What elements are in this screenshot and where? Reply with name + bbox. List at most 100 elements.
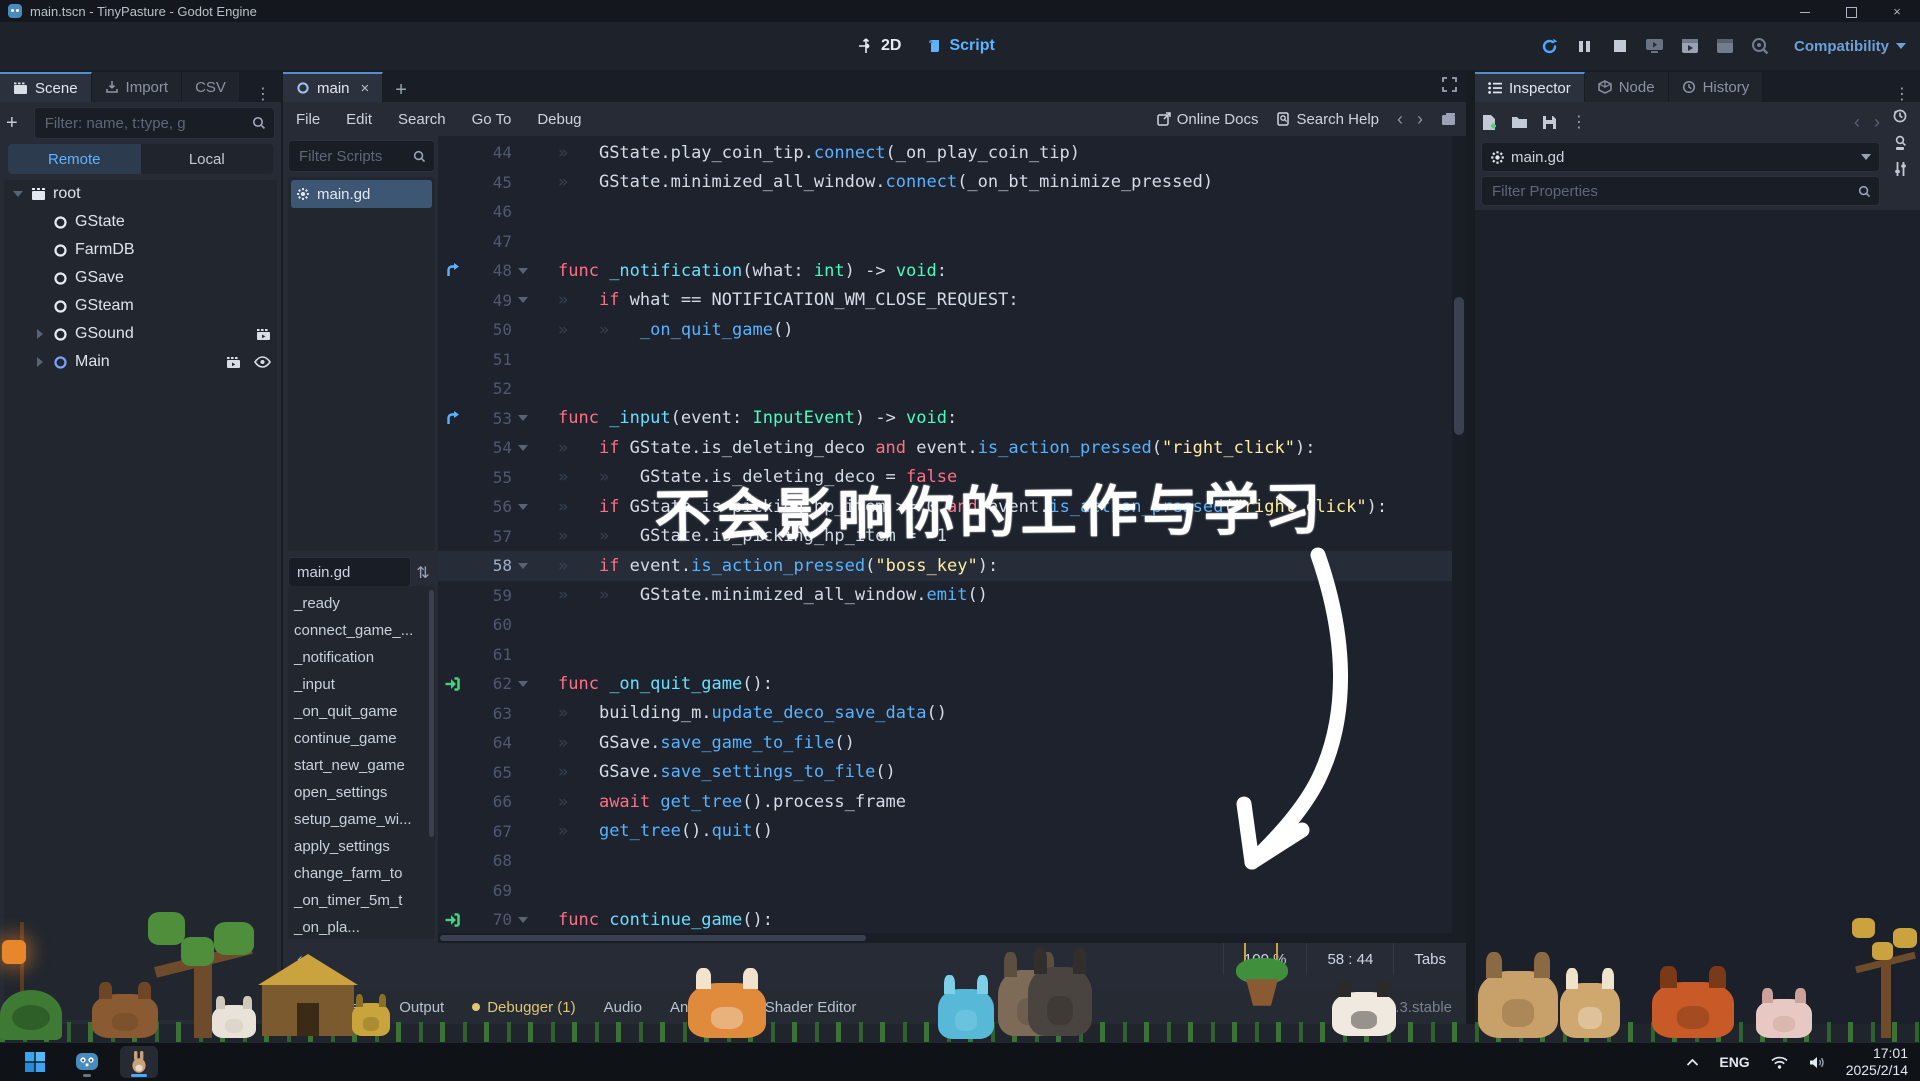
remote-debug-icon[interactable] xyxy=(1644,35,1666,57)
workspace-2d-button[interactable]: 2D xyxy=(858,37,901,55)
extra-options-icon[interactable] xyxy=(1893,161,1908,177)
clapper-icon[interactable] xyxy=(256,328,271,341)
minimize-button[interactable] xyxy=(1782,4,1828,19)
history-forward-icon[interactable]: › xyxy=(1417,109,1423,130)
tree-node-gstate[interactable]: GState xyxy=(4,208,277,236)
methods-scrollbar[interactable] xyxy=(429,590,434,838)
fold-icon[interactable] xyxy=(512,680,534,687)
caret-position[interactable]: 58 : 44 xyxy=(1306,943,1393,975)
tab-csv[interactable]: CSV xyxy=(182,72,240,102)
pixel-duck[interactable] xyxy=(938,975,994,1039)
code-hscrollbar[interactable] xyxy=(438,933,1452,943)
bottom-tab-shader-editor[interactable]: Shader Editor xyxy=(751,999,871,1016)
pixel-tree-right[interactable] xyxy=(1852,918,1920,1038)
pixel-lantern[interactable] xyxy=(2,922,42,992)
script-item[interactable]: main.gd xyxy=(291,180,432,208)
edited-object-selector[interactable]: main.gd xyxy=(1481,142,1880,172)
menu-debug[interactable]: Debug xyxy=(524,111,594,128)
pixel-cat-dark[interactable] xyxy=(1028,948,1092,1036)
close-button[interactable]: × xyxy=(1874,4,1920,19)
play-custom-scene-icon[interactable] xyxy=(1714,35,1736,57)
code-vscrollbar[interactable] xyxy=(1452,136,1466,943)
pixel-piglet[interactable] xyxy=(1756,988,1812,1038)
close-tab-icon[interactable]: × xyxy=(361,80,370,97)
load-resource-icon[interactable] xyxy=(1511,115,1528,129)
fold-icon[interactable] xyxy=(512,444,534,451)
code-line-46[interactable]: 46 xyxy=(438,197,1452,227)
clapper-icon[interactable] xyxy=(226,356,241,369)
fold-icon[interactable] xyxy=(512,562,534,569)
tab-scene[interactable]: Scene xyxy=(0,72,92,102)
resource-menu-dots[interactable]: ⋮ xyxy=(1571,114,1587,130)
stop-icon[interactable] xyxy=(1609,35,1631,57)
method-item[interactable]: setup_game_wi... xyxy=(294,806,435,833)
add-node-button[interactable]: + xyxy=(6,112,18,135)
filter-properties-input[interactable] xyxy=(1490,181,1852,201)
method-item[interactable]: apply_settings xyxy=(294,833,435,860)
method-item[interactable]: _on_quit_game xyxy=(294,698,435,725)
menu-edit[interactable]: Edit xyxy=(333,111,385,128)
expander-icon[interactable] xyxy=(12,191,24,197)
maximize-button[interactable] xyxy=(1828,4,1874,19)
tab-history[interactable]: History xyxy=(1668,72,1764,102)
code-line-70[interactable]: 70 func continue_game(): xyxy=(438,905,1452,935)
bottom-tab-output[interactable]: Output xyxy=(385,999,458,1016)
method-item[interactable]: _on_timer_5m_t xyxy=(294,887,435,914)
code-line-51[interactable]: 51 xyxy=(438,345,1452,375)
inspector-dock-dots[interactable]: ⋮ xyxy=(1884,86,1920,102)
play-scene-icon[interactable] xyxy=(1679,35,1701,57)
code-line-44[interactable]: 44» GState.play_coin_tip.connect(_on_pla… xyxy=(438,138,1452,168)
workspace-script-button[interactable]: Script xyxy=(927,37,995,55)
volume-icon[interactable] xyxy=(1809,1055,1826,1070)
tree-node-gsteam[interactable]: GSteam xyxy=(4,292,277,320)
code-line-49[interactable]: 49» if what == NOTIFICATION_WM_CLOSE_REQ… xyxy=(438,286,1452,316)
new-script-tab-button[interactable]: + xyxy=(383,79,419,102)
object-history-icon[interactable] xyxy=(1892,108,1908,124)
replay-icon[interactable] xyxy=(1539,35,1561,57)
tree-node-gsave[interactable]: GSave xyxy=(4,264,277,292)
bottom-tab-debugger-1-[interactable]: Debugger (1) xyxy=(458,999,589,1016)
taskbar-clock[interactable]: 17:01 2025/2/14 xyxy=(1846,1045,1908,1079)
fold-icon[interactable] xyxy=(512,267,534,274)
pixel-chick[interactable] xyxy=(352,994,390,1036)
history-forward-icon[interactable]: › xyxy=(1874,112,1880,133)
start-button[interactable] xyxy=(16,1046,54,1078)
tab-node[interactable]: Node xyxy=(1584,72,1669,102)
tray-chevron-icon[interactable] xyxy=(1686,1058,1699,1067)
pixel-bush[interactable] xyxy=(0,990,62,1040)
pause-icon[interactable] xyxy=(1574,35,1596,57)
pixel-white-cat[interactable] xyxy=(212,996,256,1038)
renderer-selector[interactable]: Compatibility xyxy=(1794,38,1906,55)
menu-search[interactable]: Search xyxy=(385,111,459,128)
tree-node-gsound[interactable]: GSound xyxy=(4,320,277,348)
pixel-panda[interactable] xyxy=(1332,980,1396,1036)
pixel-coop[interactable] xyxy=(258,954,358,1036)
tree-node-root[interactable]: root xyxy=(4,180,277,208)
pixel-red-panda[interactable] xyxy=(1652,966,1734,1038)
wifi-icon[interactable] xyxy=(1770,1055,1789,1070)
script-tab-main[interactable]: main × xyxy=(283,72,384,102)
scene-filter-input[interactable] xyxy=(42,113,246,133)
method-item[interactable]: open_settings xyxy=(294,779,435,806)
method-item[interactable]: connect_game_... xyxy=(294,617,435,644)
movie-maker-icon[interactable] xyxy=(1749,35,1771,57)
tree-node-main[interactable]: Main xyxy=(4,348,277,376)
open-docs-icon[interactable] xyxy=(1892,134,1908,151)
menu-file[interactable]: File xyxy=(283,111,333,128)
sort-methods-icon[interactable]: ⇅ xyxy=(411,563,435,582)
code-line-48[interactable]: 48 func _notification(what: int) -> void: xyxy=(438,256,1452,286)
indent-mode[interactable]: Tabs xyxy=(1393,943,1466,975)
pixel-deer[interactable] xyxy=(1478,952,1558,1038)
code-line-52[interactable]: 52 xyxy=(438,374,1452,404)
pixel-fawn[interactable] xyxy=(1560,968,1620,1038)
dock-options-dots[interactable]: ⋮ xyxy=(245,86,281,102)
method-item[interactable]: _input xyxy=(294,671,435,698)
filter-scripts-input[interactable] xyxy=(297,146,407,166)
code-line-50[interactable]: 50» » _on_quit_game() xyxy=(438,315,1452,345)
tab-inspector[interactable]: Inspector xyxy=(1475,72,1585,102)
local-tab[interactable]: Local xyxy=(140,144,273,174)
method-item[interactable]: _on_pla... xyxy=(294,914,435,939)
pixel-corgi[interactable] xyxy=(688,968,766,1038)
remote-tab[interactable]: Remote xyxy=(8,144,141,174)
code-line-45[interactable]: 45» GState.minimized_all_window.connect(… xyxy=(438,168,1452,198)
